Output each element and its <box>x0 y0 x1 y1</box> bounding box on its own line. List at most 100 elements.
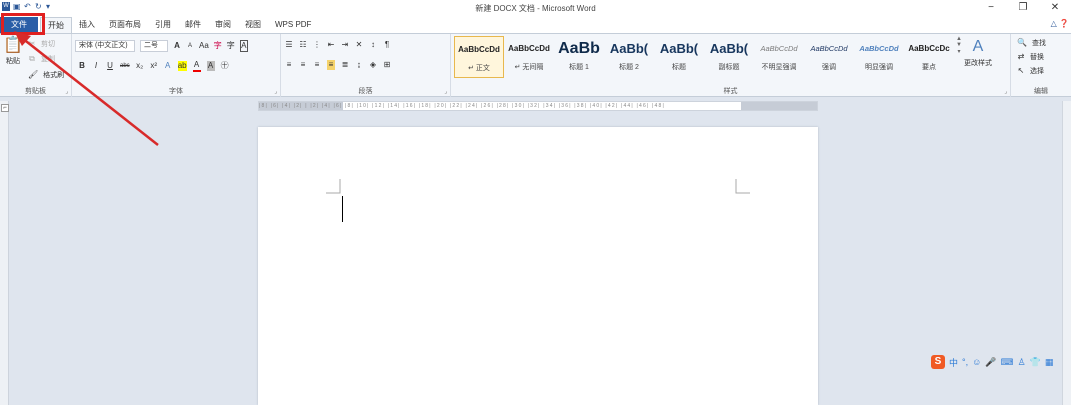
ime-toolbar[interactable]: S 中 °, ☺ 🎤 ⌨ ♙ 👕 ▦ <box>931 354 1053 370</box>
maximize-button[interactable]: ❐ <box>1007 0 1039 16</box>
show-marks-icon[interactable]: ¶ <box>383 40 391 50</box>
keyboard-icon[interactable]: ⌨ <box>1001 357 1014 368</box>
style-emphasis[interactable]: AaBbCcDd 强调 <box>804 36 854 78</box>
bold-icon[interactable]: B <box>78 61 86 71</box>
decrease-indent-icon[interactable]: ⇤ <box>327 40 335 50</box>
paste-button[interactable]: 粘贴 <box>6 56 20 66</box>
replace-icon[interactable]: ⇄ <box>1017 52 1025 62</box>
copy-button[interactable]: 复制 <box>41 54 55 64</box>
align-right-icon[interactable]: ≡ <box>313 60 321 70</box>
highlight-icon[interactable]: ab <box>177 61 187 71</box>
tab-review[interactable]: 审阅 <box>208 17 238 33</box>
multilevel-icon[interactable]: ⋮ <box>313 40 321 50</box>
settings-icon[interactable]: 👕 <box>1030 357 1041 368</box>
toolbox-icon[interactable]: ▦ <box>1045 357 1054 368</box>
style-name: ↵ 无间隔 <box>514 64 544 71</box>
increase-indent-icon[interactable]: ⇥ <box>341 40 349 50</box>
clipboard-group-label: 剪贴板 <box>25 88 46 95</box>
numbering-icon[interactable]: ☷ <box>299 40 307 50</box>
minimize-button[interactable]: − <box>975 0 1007 16</box>
document-page[interactable] <box>258 127 818 405</box>
style-strong[interactable]: AaBbCcDc 要点 <box>904 36 954 78</box>
style-name: 不明显强调 <box>761 64 797 71</box>
change-case-icon[interactable]: Aa <box>199 41 209 51</box>
cut-button[interactable]: 剪切 <box>41 39 55 49</box>
align-center-icon[interactable]: ≡ <box>299 60 307 70</box>
paragraph-launcher-icon[interactable]: ⌟ <box>444 88 447 95</box>
char-border-icon[interactable]: A <box>239 40 248 52</box>
tab-mailings[interactable]: 邮件 <box>178 17 208 33</box>
text-effect-icon[interactable]: A <box>164 61 172 71</box>
font-family-select[interactable]: 宋体 (中文正文) <box>75 40 135 52</box>
align-left-icon[interactable]: ≡ <box>285 60 293 70</box>
tab-view[interactable]: 视图 <box>238 17 268 33</box>
strikethrough-icon[interactable]: abc <box>120 61 130 71</box>
tab-insert[interactable]: 插入 <box>72 17 102 33</box>
paste-icon[interactable]: 📋 <box>3 38 23 54</box>
asian-layout-icon[interactable]: ✕ <box>355 40 363 50</box>
distributed-icon[interactable]: ≣ <box>341 60 349 70</box>
char-shading-icon[interactable]: A <box>206 61 215 71</box>
emoji-icon[interactable]: ☺ <box>972 357 981 367</box>
justify-icon[interactable]: ≡ <box>327 60 335 70</box>
ime-mode[interactable]: 中 <box>949 356 958 369</box>
tab-references[interactable]: 引用 <box>148 17 178 33</box>
find-icon[interactable]: 🔍 <box>1017 38 1027 48</box>
font-size-select[interactable]: 二号 <box>140 40 168 52</box>
sort-icon[interactable]: ↕ <box>369 40 377 50</box>
tab-wps-pdf[interactable]: WPS PDF <box>268 17 318 33</box>
find-button[interactable]: 查找 <box>1032 38 1046 48</box>
style-subtitle[interactable]: AaBb(副标题 <box>704 36 754 78</box>
line-spacing-icon[interactable]: ↨ <box>355 60 363 70</box>
style-name: 强调 <box>822 64 836 71</box>
sogou-logo: S <box>931 355 945 369</box>
change-styles-button[interactable]: 更改样式 <box>964 58 992 68</box>
punctuation-icon[interactable]: °, <box>962 357 968 367</box>
change-styles-icon[interactable]: A <box>973 38 984 56</box>
bullets-icon[interactable]: ☰ <box>285 40 293 50</box>
style-gallery-scroll[interactable]: ▲ ▼ ▾ <box>955 36 963 78</box>
style-sample: AaBbCcDd <box>810 44 848 53</box>
shading-icon[interactable]: ◈ <box>369 60 377 70</box>
style-heading-2[interactable]: AaBb(标题 2 <box>604 36 654 78</box>
copy-icon[interactable]: ⧉ <box>28 54 36 64</box>
font-color-icon[interactable]: A <box>192 60 201 72</box>
skin-icon[interactable]: ♙ <box>1018 357 1026 368</box>
close-button[interactable]: ✕ <box>1039 0 1071 16</box>
style-title[interactable]: AaBb(标题 <box>654 36 704 78</box>
tab-page-layout[interactable]: 页面布局 <box>102 17 148 33</box>
cut-icon[interactable]: ✂ <box>28 39 36 49</box>
select-button[interactable]: 选择 <box>1030 66 1044 76</box>
borders-icon[interactable]: ⊞ <box>383 60 391 70</box>
styles-launcher-icon[interactable]: ⌟ <box>1004 88 1007 95</box>
style-name: 标题 <box>672 64 686 71</box>
style-subtle-emphasis[interactable]: AaBbCcDd 不明显强调 <box>754 36 804 78</box>
style-name: ↵ 正文 <box>468 65 490 72</box>
style-no-spacing[interactable]: AaBbCcDd ↵ 无间隔 <box>504 36 554 78</box>
clear-format-icon[interactable]: 字 <box>214 41 222 51</box>
ruler-toggle-icon[interactable]: ⌐ <box>1 104 9 112</box>
style-gallery: AaBbCcDd ↵ 正文 AaBbCcDd ↵ 无间隔 AaBb 标题 1 AaBb… <box>454 36 954 78</box>
style-heading-1[interactable]: AaBb 标题 1 <box>554 36 604 78</box>
vertical-scrollbar[interactable] <box>1062 101 1071 405</box>
select-icon[interactable]: ↖ <box>1017 66 1025 76</box>
format-painter-button[interactable]: 格式刷 <box>43 70 64 80</box>
underline-icon[interactable]: U <box>106 61 114 71</box>
help-icon[interactable]: △ ❓ <box>1051 19 1069 28</box>
phonetic-icon[interactable]: 字 <box>227 41 235 51</box>
italic-icon[interactable]: I <box>92 61 100 71</box>
clipboard-launcher-icon[interactable]: ⌟ <box>65 88 68 95</box>
grow-font-icon[interactable]: A <box>173 41 181 51</box>
font-launcher-icon[interactable]: ⌟ <box>274 88 277 95</box>
format-painter-icon[interactable]: 🖌 <box>28 70 38 80</box>
replace-button[interactable]: 替换 <box>1030 52 1044 62</box>
style-sample: AaBb( <box>609 41 649 56</box>
horizontal-ruler[interactable]: |8| |6| |4| |2| | |2| |4| |6| |8| |10| |… <box>258 101 818 111</box>
style-normal[interactable]: AaBbCcDd ↵ 正文 <box>454 36 504 78</box>
style-intense-emphasis[interactable]: AaBbCcDd 明显强调 <box>854 36 904 78</box>
superscript-icon[interactable]: x² <box>150 61 158 71</box>
shrink-font-icon[interactable]: A <box>186 41 194 51</box>
subscript-icon[interactable]: x₂ <box>136 61 144 71</box>
voice-icon[interactable]: 🎤 <box>985 357 996 368</box>
enclose-char-icon[interactable]: ㊉ <box>221 61 229 71</box>
